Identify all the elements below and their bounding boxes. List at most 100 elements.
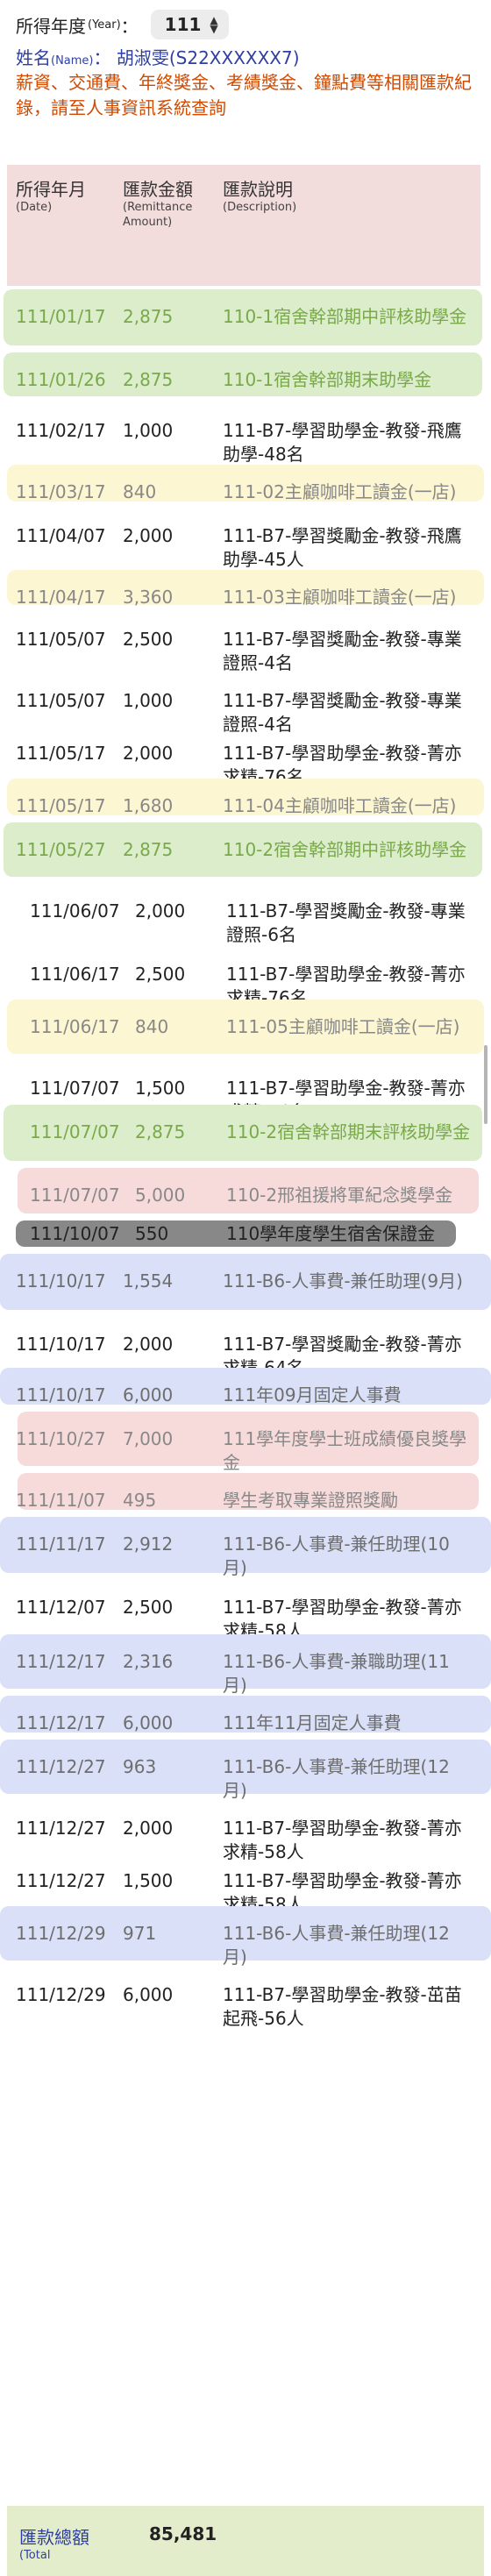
year-select[interactable]: 111 ▲ ▼ [150, 10, 229, 39]
table-row: 111/11/07 495 學生考取專業證照獎勵 [0, 1469, 491, 1513]
year-value: 111 [164, 14, 202, 35]
row-date: 111/01/26 [16, 369, 106, 390]
row-amount: 2,000 [135, 900, 186, 922]
row-date: 111/05/07 [16, 629, 106, 650]
row-amount: 1,500 [135, 1078, 186, 1099]
row-description: 110-2宿舍幹部期末評核助學金 [226, 1121, 471, 1142]
row-description: 111-B7-學習助學金-教發-茁苗起飛-56人 [223, 1984, 462, 2029]
row-date: 111/12/29 [16, 1923, 106, 1944]
table-row: 111/06/17 2,500 111-B7-學習助學金-教發-菁亦求精-76名 [0, 943, 491, 1008]
name-label: 姓名 [16, 47, 51, 68]
table-row: 111/01/17 2,875 110-1宿舍幹部期中評核助學金 [0, 286, 491, 349]
row-description: 111年11月固定人事費 [223, 1712, 402, 1733]
row-description: 111學年度學士班成績優良獎學金 [223, 1428, 467, 1473]
table-row: 111/12/27 1,500 111-B7-學習助學金-教發-菁亦求精-58人 [0, 1850, 491, 1915]
row-description: 111-B6-人事費-兼任助理(12月) [223, 1923, 450, 1968]
table-row: 111/12/29 6,000 111-B7-學習助學金-教發-茁苗起飛-56人 [0, 1964, 491, 2039]
table-row: 111/12/27 2,000 111-B7-學習助學金-教發-菁亦求精-58人 [0, 1797, 491, 1862]
row-amount: 1,000 [123, 420, 174, 441]
header-amount: 匯款金額 (Remittance Amount) [123, 179, 193, 229]
row-amount: 7,000 [123, 1428, 174, 1449]
table-row: 111/12/17 6,000 111年11月固定人事費 [0, 1692, 491, 1736]
table-row: 111/10/17 6,000 111年09月固定人事費 [0, 1364, 491, 1408]
row-amount: 1,500 [123, 1870, 174, 1891]
table-row: 111/12/29 971 111-B6-人事費-兼任助理(12月) [0, 1903, 491, 1968]
row-date: 111/05/17 [16, 743, 106, 764]
notice-text: 薪資、交通費、年終獎金、考績獎金、鐘點費等相關匯款紀錄，請至人事資訊系統查詢 [16, 72, 472, 118]
row-amount: 1,680 [123, 795, 174, 816]
table-row: 111/02/17 1,000 111-B7-學習助學金-教發-飛鷹助學-48名 [0, 400, 491, 465]
row-amount: 2,875 [123, 306, 174, 327]
table-row: 111/07/07 5,000 110-2邢祖援將軍紀念獎學金 [0, 1164, 491, 1217]
name-value: 胡淑雯(S22XXXXXX7) [116, 47, 300, 68]
row-description: 111-05主顧咖啡工讀金(一店) [226, 1016, 460, 1037]
row-date: 111/12/27 [16, 1870, 106, 1891]
row-amount: 840 [123, 481, 157, 502]
row-amount: 2,500 [135, 964, 186, 985]
row-amount: 971 [123, 1923, 157, 1944]
row-date: 111/07/07 [30, 1185, 120, 1206]
row-date: 111/12/29 [16, 1984, 106, 2005]
row-date: 111/12/27 [16, 1756, 106, 1777]
row-amount: 6,000 [123, 1712, 174, 1733]
total-label: 匯款總額 (Total [19, 2527, 89, 2562]
up-down-chevron-icon: ▲ ▼ [210, 14, 218, 35]
row-amount: 2,912 [123, 1534, 174, 1555]
row-date: 111/03/17 [16, 481, 106, 502]
total-row: 匯款總額 (Total 85,481 [7, 2506, 484, 2576]
table-row: 111/10/07 550 110學年度學生宿舍保證金 [0, 1217, 491, 1250]
year-row: 所得年度 (Year)： 111 ▲ ▼ [16, 7, 229, 42]
total-value: 85,481 [149, 2523, 217, 2544]
row-date: 111/07/07 [30, 1121, 120, 1142]
row-description: 110-2邢祖援將軍紀念獎學金 [226, 1185, 453, 1206]
row-amount: 2,875 [123, 369, 174, 390]
table-row: 111/06/17 840 111-05主顧咖啡工讀金(一店) [0, 996, 491, 1057]
row-date: 111/07/07 [30, 1078, 120, 1099]
row-description: 111年09月固定人事費 [223, 1384, 402, 1405]
table-header: 所得年月 (Date) 匯款金額 (Remittance Amount) 匯款說… [7, 165, 480, 286]
row-amount: 2,000 [123, 1818, 174, 1839]
row-date: 111/05/27 [16, 839, 106, 860]
year-label-en: (Year) [88, 18, 121, 32]
table-row: 111/07/07 2,875 110-2宿舍幹部期末評核助學金 [0, 1101, 491, 1164]
row-amount: 495 [123, 1490, 157, 1511]
year-label: 所得年度 [16, 15, 86, 37]
row-description: 110-1宿舍幹部期中評核助學金 [223, 306, 467, 327]
table-row: 111/10/17 1,554 111-B6-人事費-兼任助理(9月) [0, 1250, 491, 1313]
row-date: 111/06/17 [30, 1016, 120, 1037]
row-amount: 2,875 [123, 839, 174, 860]
row-amount: 2,000 [123, 525, 174, 546]
row-description: 111-B6-人事費-兼任助理(9月) [223, 1270, 463, 1292]
row-amount: 963 [123, 1756, 157, 1777]
row-date: 111/06/07 [30, 900, 120, 922]
row-amount: 840 [135, 1016, 169, 1037]
row-date: 111/05/07 [16, 690, 106, 711]
row-description: 111-B6-人事費-兼職助理(11月) [223, 1651, 450, 1696]
table-row: 111/05/17 2,000 111-B7-學習助學金-教發-菁亦求精-76名 [0, 722, 491, 787]
name-row: 姓名(Name)： 胡淑雯(S22XXXXXX7) [16, 47, 300, 68]
header-date: 所得年月 (Date) [16, 179, 86, 214]
table-row: 111/05/07 2,500 111-B7-學習獎勵金-教發-專業證照-4名 [0, 608, 491, 673]
row-date: 111/12/07 [16, 1597, 106, 1618]
row-amount: 2,500 [123, 629, 174, 650]
name-label-en: (Name) [51, 54, 94, 68]
row-date: 111/12/17 [16, 1712, 106, 1733]
row-description: 110學年度學生宿舍保證金 [226, 1223, 436, 1244]
row-date: 111/05/17 [16, 795, 106, 816]
scrollbar-thumb[interactable] [484, 1045, 487, 1124]
row-date: 111/10/17 [16, 1334, 106, 1355]
table-row: 111/10/172,000111-B7-學習獎勵金-教發-菁亦求精-64名 [0, 1313, 491, 1378]
table-row: 111/01/26 2,875 110-1宿舍幹部期末助學金 [0, 349, 491, 400]
table-row: 111/05/07 1,000 111-B7-學習獎勵金-教發-專業證照-4名 [0, 670, 491, 735]
row-date: 111/10/07 [30, 1223, 120, 1244]
table-row: 111/04/17 3,360 111-03主顧咖啡工讀金(一店) [0, 566, 491, 608]
row-amount: 3,360 [123, 587, 174, 608]
header-description: 匯款說明 (Description) [223, 179, 297, 214]
row-amount: 550 [135, 1223, 169, 1244]
row-amount: 2,316 [123, 1651, 174, 1672]
row-description: 111-04主顧咖啡工讀金(一店) [223, 795, 457, 816]
table-row: 111/05/17 1,680 111-04主顧咖啡工讀金(一店) [0, 775, 491, 819]
row-description: 111-B7-學習獎勵金-教發-專業證照-4名 [223, 629, 462, 673]
row-date: 111/12/27 [16, 1818, 106, 1839]
table-row: 111/06/07 2,000 111-B7-學習獎勵金-教發-專業證照-6名 [0, 880, 491, 945]
